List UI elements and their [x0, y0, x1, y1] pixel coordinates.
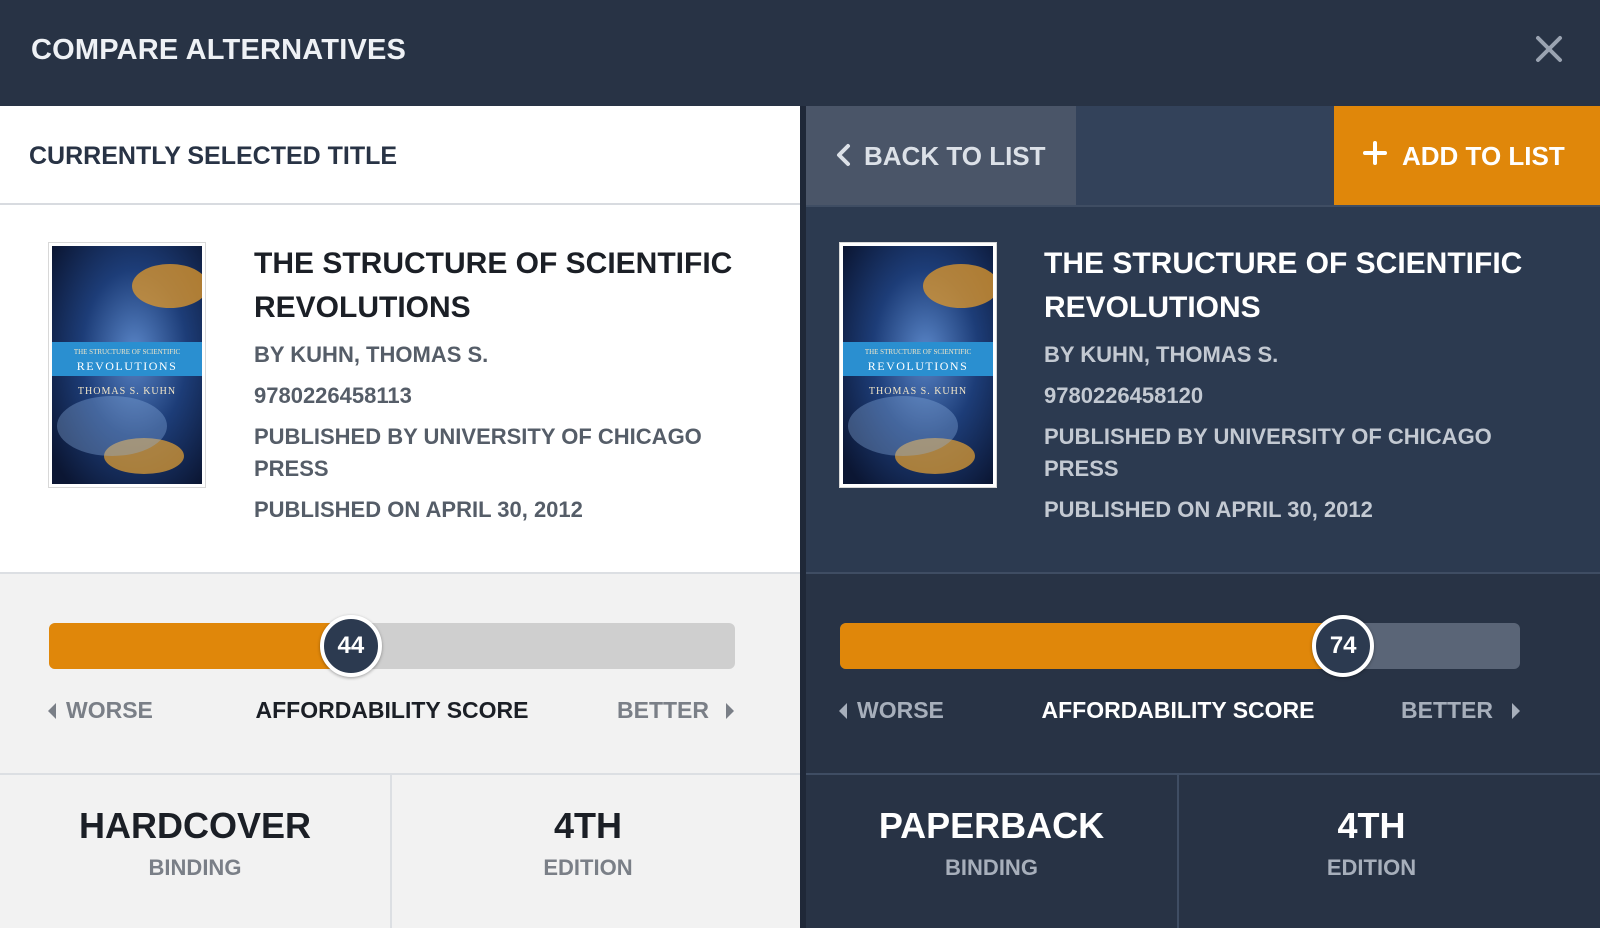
add-to-list-button[interactable]: ADD TO LIST	[1334, 106, 1600, 205]
toolbar-spacer	[1076, 106, 1340, 205]
better-arrow-icon	[726, 703, 734, 719]
binding-label: BINDING	[148, 855, 242, 880]
affordability-score-section: 44 WORSE AFFORDABILITY SCORE BETTER	[0, 572, 800, 774]
alternative-title-panel: BACK TO LIST THE STRUCTURE OF SCIENTIFIC…	[806, 106, 1600, 928]
modal-header: COMPARE ALTERNATIVES	[0, 0, 1600, 106]
attribute-divider	[1177, 775, 1179, 928]
attributes-row: HARDCOVER BINDING 4TH EDITION	[0, 773, 800, 928]
book-publisher-line2: PRESS	[254, 456, 329, 481]
score-track	[49, 623, 735, 669]
book-cover: THE STRUCTURE OF SCIENTIFIC REVOLUTIONS …	[840, 243, 996, 487]
score-fill	[840, 623, 1344, 669]
book-publisher-line1: PUBLISHED BY UNIVERSITY OF CHICAGO	[254, 424, 702, 449]
cover-line2: REVOLUTIONS	[77, 359, 178, 373]
book-published-on: PUBLISHED ON APRIL 30, 2012	[1044, 497, 1373, 522]
score-fill	[49, 623, 351, 669]
book-title-line1: THE STRUCTURE OF SCIENTIFIC	[254, 247, 733, 280]
book-author: BY KUHN, THOMAS S.	[1044, 342, 1279, 367]
attributes-row: PAPERBACK BINDING 4TH EDITION	[806, 773, 1600, 928]
current-title-bar: CURRENTLY SELECTED TITLE	[0, 106, 800, 205]
better-label: BETTER	[617, 697, 709, 723]
edition-value: 4TH	[553, 805, 622, 846]
cover-line3: THOMAS S. KUHN	[78, 386, 176, 397]
book-publisher-line2: PRESS	[1044, 456, 1119, 481]
better-label: BETTER	[1401, 697, 1493, 723]
add-to-list-label: ADD TO LIST	[1402, 141, 1565, 171]
book-title-line2: REVOLUTIONS	[254, 291, 471, 324]
current-title-panel: CURRENTLY SELECTED TITLE THE STRUCTURE O…	[0, 106, 800, 928]
cover-line2: REVOLUTIONS	[868, 359, 969, 373]
book-author: BY KUHN, THOMAS S.	[254, 342, 489, 367]
book-isbn: 9780226458120	[1044, 383, 1204, 408]
chevron-left-icon	[837, 144, 850, 166]
cover-line1: THE STRUCTURE OF SCIENTIFIC	[865, 348, 972, 356]
toolbar-divider	[806, 205, 1600, 207]
modal-title: COMPARE ALTERNATIVES	[31, 34, 407, 66]
section-label: CURRENTLY SELECTED TITLE	[29, 142, 398, 170]
binding-label: BINDING	[945, 855, 1038, 880]
binding-value: PAPERBACK	[878, 805, 1105, 846]
book-title: THE STRUCTURE OF SCIENTIFIC REVOLUTIONS	[254, 242, 754, 330]
book-publisher-line1: PUBLISHED BY UNIVERSITY OF CHICAGO	[1044, 424, 1492, 449]
score-knob: 44	[319, 615, 382, 677]
book-title-line1: THE STRUCTURE OF SCIENTIFIC	[1044, 247, 1523, 280]
cover-line1: THE STRUCTURE OF SCIENTIFIC	[74, 348, 181, 356]
back-to-list-label: BACK TO LIST	[864, 141, 1046, 171]
book-published-on: PUBLISHED ON APRIL 30, 2012	[254, 497, 583, 522]
book-title-line2: REVOLUTIONS	[1044, 291, 1261, 324]
cover-line3: THOMAS S. KUHN	[869, 386, 967, 397]
book-title: THE STRUCTURE OF SCIENTIFIC REVOLUTIONS	[1044, 242, 1544, 330]
binding-value: HARDCOVER	[78, 805, 311, 846]
edition-label: EDITION	[543, 855, 633, 880]
score-track	[840, 623, 1520, 669]
affordability-score-section: 74 WORSE AFFORDABILITY SCORE BETTER	[806, 572, 1600, 774]
edition-label: EDITION	[1326, 855, 1417, 880]
score-knob: 74	[1312, 615, 1375, 677]
book-publisher: PUBLISHED BY UNIVERSITY OF CHICAGO PRESS	[1044, 421, 1534, 485]
book-cover: THE STRUCTURE OF SCIENTIFIC REVOLUTIONS …	[49, 243, 205, 487]
close-icon[interactable]	[1534, 34, 1564, 64]
edition-value: 4TH	[1337, 805, 1406, 846]
plus-icon	[1363, 141, 1387, 165]
better-arrow-icon	[1512, 703, 1520, 719]
back-to-list-button[interactable]: BACK TO LIST	[806, 106, 1076, 205]
book-publisher: PUBLISHED BY UNIVERSITY OF CHICAGO PRESS	[254, 421, 744, 485]
attribute-divider	[390, 775, 392, 928]
book-isbn: 9780226458113	[254, 383, 412, 408]
